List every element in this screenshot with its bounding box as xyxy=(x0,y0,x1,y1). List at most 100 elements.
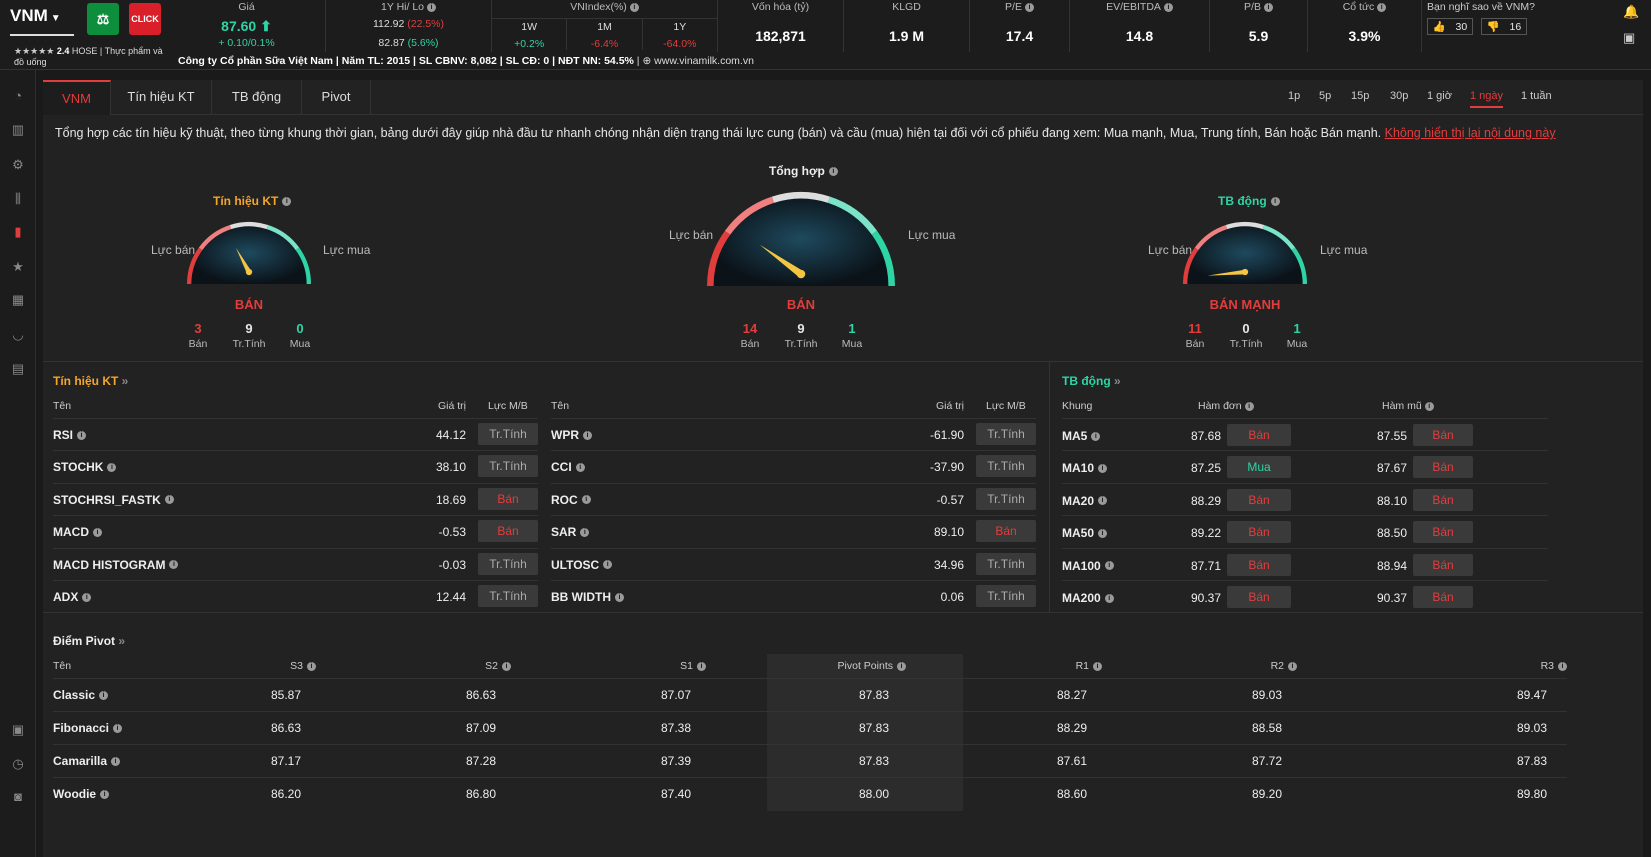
pivot-section-title[interactable]: Điểm Pivot » xyxy=(53,634,125,648)
gavel-icon[interactable]: ⚖ xyxy=(87,3,119,35)
info-icon[interactable]: i xyxy=(1098,528,1108,538)
grid-icon[interactable]: ▦ xyxy=(10,292,26,308)
row-divider xyxy=(53,547,538,549)
pivot-method: Fibonacci i xyxy=(53,721,123,735)
info-icon[interactable]: i xyxy=(77,430,87,440)
info-icon[interactable]: i xyxy=(1558,661,1567,671)
info-icon[interactable]: i xyxy=(1270,196,1280,206)
info-icon[interactable]: i xyxy=(897,661,906,671)
info-icon[interactable]: i xyxy=(1288,661,1297,671)
info-icon[interactable]: i xyxy=(1024,2,1034,12)
tab-vnm[interactable]: VNM xyxy=(43,80,111,115)
camera-icon[interactable]: ◙ xyxy=(10,789,26,805)
divider xyxy=(43,361,1643,362)
timeframe-1h[interactable]: 1 giờ xyxy=(1427,90,1452,102)
info-icon[interactable]: i xyxy=(575,462,585,472)
like-button[interactable]: 👍 30 xyxy=(1427,18,1473,35)
timeframe-15m[interactable]: 15p xyxy=(1351,90,1369,102)
calculator-icon[interactable]: ▣ xyxy=(10,722,26,738)
timeframe-1w[interactable]: 1 tuần xyxy=(1521,90,1552,102)
info-icon[interactable]: i xyxy=(1377,2,1387,12)
price-metric: Giá 87.60 ⬆ + 0.10/0.1% xyxy=(168,0,326,52)
info-icon[interactable]: i xyxy=(307,661,316,671)
info-icon[interactable]: i xyxy=(697,661,706,671)
pe-value: 17.4 xyxy=(1005,28,1034,44)
ma-exp-value: 87.67 xyxy=(1376,461,1407,476)
tab-pivot[interactable]: Pivot xyxy=(302,80,371,115)
timeframe-30m[interactable]: 30p xyxy=(1390,90,1408,102)
rss-icon[interactable]: ◡ xyxy=(10,327,26,343)
info-icon[interactable]: i xyxy=(1104,593,1114,603)
timeframe-1m[interactable]: 1p xyxy=(1288,90,1300,102)
tab-moving-average[interactable]: TB động xyxy=(212,80,302,115)
traffic-light-icon[interactable]: ▮ xyxy=(10,224,26,240)
ma-exp-value: 87.55 xyxy=(1376,429,1407,443)
row-divider xyxy=(1062,418,1548,419)
building-icon[interactable]: ▥ xyxy=(10,122,26,138)
market-cap-label: Vốn hóa (tỷ) xyxy=(751,1,810,13)
pe-metric: P/E i 17.4 xyxy=(970,0,1070,52)
info-icon[interactable]: i xyxy=(1098,463,1108,473)
info-icon[interactable]: i xyxy=(169,560,179,570)
info-icon[interactable]: i xyxy=(82,592,92,602)
timeframe-1d[interactable]: 1 ngày xyxy=(1470,90,1504,108)
info-icon[interactable]: i xyxy=(1244,401,1254,411)
info-icon[interactable]: i xyxy=(629,2,639,12)
info-icon[interactable]: i xyxy=(1091,431,1101,441)
info-icon[interactable]: i xyxy=(581,495,591,505)
chat-icon[interactable]: ▤ xyxy=(10,361,26,377)
timeframe-5m[interactable]: 5p xyxy=(1319,90,1331,102)
info-icon[interactable]: i xyxy=(100,789,110,799)
info-icon[interactable]: i xyxy=(111,756,121,766)
info-icon[interactable]: i xyxy=(282,196,292,206)
info-icon[interactable]: i xyxy=(580,527,590,537)
info-icon[interactable]: i xyxy=(1163,2,1173,12)
info-icon[interactable]: i xyxy=(99,690,109,700)
info-icon[interactable]: i xyxy=(1098,496,1108,506)
sell-count-label: Bán xyxy=(1185,338,1205,350)
hide-content-link[interactable]: Không hiển thị lại nội dung này xyxy=(1385,126,1556,140)
info-icon[interactable]: i xyxy=(583,430,592,440)
dashboard-icon[interactable]: ◔ xyxy=(10,88,26,104)
info-icon[interactable]: i xyxy=(1263,2,1273,12)
ticker-select[interactable]: VNM ▼ xyxy=(10,6,61,26)
info-icon[interactable]: i xyxy=(828,166,838,176)
ma-simple-value: 87.68 xyxy=(1190,429,1221,443)
price-value: 87.60 ⬆ xyxy=(168,18,325,35)
info-icon[interactable]: i xyxy=(615,592,624,602)
info-icon[interactable]: i xyxy=(93,527,102,537)
info-icon[interactable]: i xyxy=(502,661,511,671)
info-icon[interactable]: i xyxy=(113,723,123,733)
pivot-value: 86.80 xyxy=(465,787,496,801)
star-icon[interactable]: ★ xyxy=(10,259,26,275)
tab-technical-signals[interactable]: Tín hiệu KT xyxy=(111,80,212,115)
neutral-count-value: 9 xyxy=(797,321,805,336)
year-high-pct: (22.5%) xyxy=(407,18,445,30)
info-icon[interactable]: i xyxy=(164,495,174,505)
info-icon[interactable]: i xyxy=(1104,561,1114,571)
tech-section-title[interactable]: Tín hiệu KT » xyxy=(53,374,128,388)
pb-label: P/B xyxy=(1244,1,1261,13)
dislike-button[interactable]: 👎 16 xyxy=(1481,18,1527,35)
indicator-name: BB WIDTH i xyxy=(551,590,624,604)
clock-icon[interactable]: ◷ xyxy=(10,756,26,772)
signal-badge: Bán xyxy=(478,487,538,510)
info-icon[interactable]: i xyxy=(603,560,613,570)
sell-count: 14 Bán xyxy=(730,321,770,350)
candlestick-icon[interactable]: ⫼ xyxy=(10,191,26,207)
info-icon[interactable]: i xyxy=(427,2,436,12)
ma-exp-value: 90.37 xyxy=(1376,591,1407,605)
calendar-icon[interactable]: ▣ xyxy=(1623,30,1635,46)
click-badge[interactable]: CLICK xyxy=(129,3,161,35)
tech-title-text: Tín hiệu KT xyxy=(53,374,119,388)
ma-label: MA50 xyxy=(1062,526,1095,541)
ma-section-title[interactable]: TB động » xyxy=(1062,374,1121,388)
website-link[interactable]: | ⊕ www.vinamilk.com.vn xyxy=(637,55,754,67)
info-icon[interactable]: i xyxy=(1093,661,1102,671)
sell-count: 3 Bán xyxy=(178,321,218,350)
bell-icon[interactable]: 🔔 xyxy=(1623,4,1639,20)
info-icon[interactable]: i xyxy=(1424,401,1434,411)
info-icon[interactable]: i xyxy=(107,462,117,472)
gear-icon[interactable]: ⚙ xyxy=(10,157,26,173)
signal-badge: Bán xyxy=(976,520,1036,543)
